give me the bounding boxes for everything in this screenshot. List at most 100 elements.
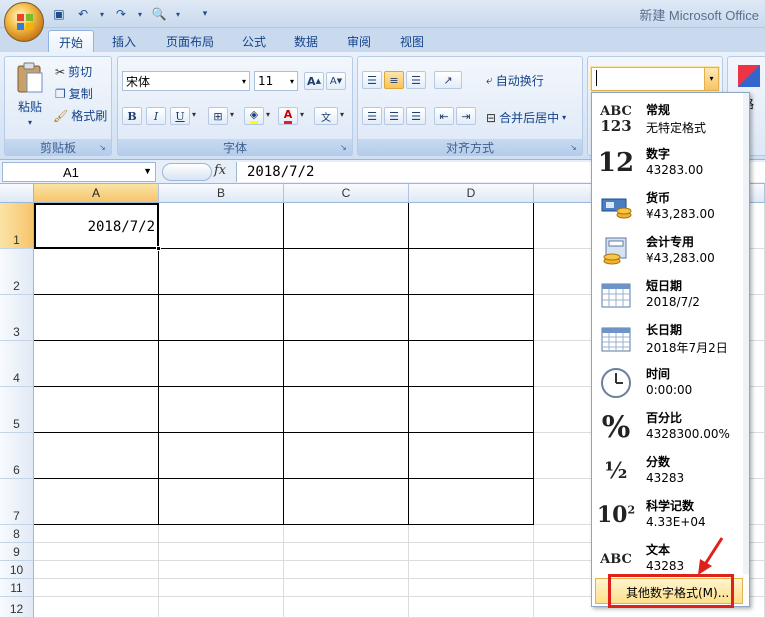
cell[interactable] <box>34 579 159 597</box>
print-preview-icon[interactable]: 🔍 <box>150 5 168 23</box>
row-header-4[interactable]: 4 <box>0 341 34 387</box>
number-format-dropdown-icon[interactable]: ▾ <box>704 68 718 90</box>
cell[interactable] <box>159 295 284 341</box>
font-color-dropdown-icon[interactable]: ▾ <box>300 110 304 119</box>
cell[interactable] <box>409 203 534 249</box>
row-header-3[interactable]: 3 <box>0 295 34 341</box>
cell[interactable] <box>409 597 534 618</box>
row-header-7[interactable]: 7 <box>0 479 34 525</box>
italic-button[interactable]: I <box>146 107 166 125</box>
cell[interactable] <box>159 543 284 561</box>
redo-dropdown-icon[interactable]: ▾ <box>136 5 144 23</box>
cell[interactable] <box>409 341 534 387</box>
row-header-8[interactable]: 8 <box>0 525 34 543</box>
row-header-10[interactable]: 10 <box>0 561 34 579</box>
select-all-button[interactable] <box>0 184 34 203</box>
cell[interactable] <box>409 249 534 295</box>
font-size-dropdown-icon[interactable]: ▾ <box>290 77 294 86</box>
name-box[interactable]: A1 ▼ <box>2 162 156 182</box>
cell[interactable] <box>284 249 409 295</box>
cell[interactable] <box>34 295 159 341</box>
column-header-b[interactable]: B <box>159 184 284 203</box>
merge-dropdown-icon[interactable]: ▾ <box>562 113 566 122</box>
cell[interactable] <box>34 341 159 387</box>
phonetic-dropdown-icon[interactable]: ▾ <box>340 110 344 119</box>
cell[interactable] <box>284 387 409 433</box>
wrap-text-button[interactable]: ⤶ 自动换行 <box>486 72 544 89</box>
alignment-launcher-icon[interactable]: ↘ <box>570 143 580 153</box>
cell[interactable] <box>284 597 409 618</box>
row-header-9[interactable]: 9 <box>0 543 34 561</box>
copy-button[interactable]: ❐ 复制 <box>55 85 93 102</box>
cell[interactable] <box>159 597 284 618</box>
font-name-select[interactable]: 宋体 ▾ <box>122 71 250 91</box>
undo-icon[interactable]: ↶ <box>74 5 92 23</box>
number-format-item[interactable]: ABC 123 常规 无特定格式 <box>592 97 744 141</box>
cell[interactable] <box>34 433 159 479</box>
tab-insert[interactable]: 插入 <box>102 30 146 52</box>
cell[interactable] <box>284 525 409 543</box>
cell[interactable] <box>284 579 409 597</box>
cell[interactable] <box>34 387 159 433</box>
format-painter-button[interactable]: 🖌 格式刷 <box>53 107 107 124</box>
customize-qat-icon[interactable]: ▾ <box>196 5 214 23</box>
cell[interactable] <box>409 433 534 479</box>
font-name-dropdown-icon[interactable]: ▾ <box>242 77 246 86</box>
conditional-format-icon[interactable] <box>738 65 760 87</box>
paste-dropdown-icon[interactable]: ▾ <box>28 118 32 127</box>
cell[interactable] <box>159 341 284 387</box>
tab-formulas[interactable]: 公式 <box>232 30 276 52</box>
cell[interactable] <box>409 525 534 543</box>
font-launcher-icon[interactable]: ↘ <box>340 143 350 153</box>
cell[interactable] <box>34 525 159 543</box>
align-right-button[interactable]: ☰ <box>406 107 426 125</box>
cell[interactable] <box>409 561 534 579</box>
cell[interactable] <box>284 341 409 387</box>
fill-color-button[interactable]: ◈ <box>244 107 264 125</box>
tab-home[interactable]: 开始 <box>48 30 95 52</box>
border-dropdown-icon[interactable]: ▾ <box>230 110 234 119</box>
clipboard-launcher-icon[interactable]: ↘ <box>99 143 109 153</box>
column-header-a[interactable]: A <box>34 184 159 203</box>
align-left-button[interactable]: ☰ <box>362 107 382 125</box>
underline-dropdown-icon[interactable]: ▾ <box>192 110 196 119</box>
cell[interactable] <box>284 203 409 249</box>
cell[interactable] <box>284 561 409 579</box>
column-header-c[interactable]: C <box>284 184 409 203</box>
bold-button[interactable]: B <box>122 107 142 125</box>
number-format-item[interactable]: 时间 0:00:00 <box>592 361 744 405</box>
row-header-12[interactable]: 12 <box>0 597 34 618</box>
print-preview-dropdown-icon[interactable]: ▾ <box>174 5 182 23</box>
shrink-font-button[interactable]: A ▼ <box>326 72 346 90</box>
cut-button[interactable]: ✂ 剪切 <box>55 63 92 80</box>
row-header-1[interactable]: 1 <box>0 203 34 249</box>
align-middle-button[interactable]: ≡ <box>384 71 404 89</box>
cell[interactable] <box>34 249 159 295</box>
cell[interactable] <box>409 543 534 561</box>
cell[interactable] <box>159 579 284 597</box>
number-format-item[interactable]: 102 科学记数 4.33E+04 <box>592 493 744 537</box>
formula-bar-resize-handle[interactable] <box>162 163 212 181</box>
cell[interactable] <box>409 387 534 433</box>
align-top-button[interactable]: ☰ <box>362 71 382 89</box>
cell[interactable] <box>159 249 284 295</box>
align-center-button[interactable]: ☰ <box>384 107 404 125</box>
tab-page-layout[interactable]: 页面布局 <box>156 30 224 52</box>
number-format-combo[interactable]: ▾ <box>591 67 719 91</box>
column-header-d[interactable]: D <box>409 184 534 203</box>
cell[interactable] <box>409 479 534 525</box>
name-box-dropdown-icon[interactable]: ▼ <box>143 166 152 176</box>
row-header-11[interactable]: 11 <box>0 579 34 597</box>
cell[interactable] <box>159 387 284 433</box>
cell[interactable] <box>34 561 159 579</box>
row-header-5[interactable]: 5 <box>0 387 34 433</box>
office-button[interactable] <box>4 2 44 42</box>
number-format-item[interactable]: 长日期 2018年7月2日 <box>592 317 744 361</box>
cell[interactable] <box>34 597 159 618</box>
save-icon[interactable]: ▣ <box>50 5 68 23</box>
cell[interactable] <box>284 433 409 479</box>
tab-review[interactable]: 审阅 <box>337 30 381 52</box>
cell[interactable] <box>409 579 534 597</box>
font-size-select[interactable]: 11 ▾ <box>254 71 298 91</box>
decrease-indent-button[interactable]: ⇤ <box>434 107 454 125</box>
